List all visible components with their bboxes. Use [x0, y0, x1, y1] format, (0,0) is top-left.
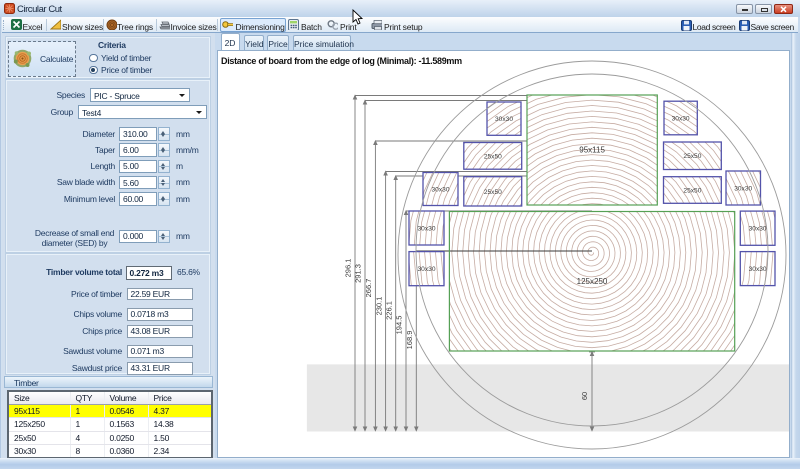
svg-text:194.5: 194.5 [395, 316, 404, 335]
svg-text:168.9: 168.9 [405, 331, 414, 350]
svg-text:30x30: 30x30 [672, 116, 690, 123]
svg-text:30x30: 30x30 [418, 266, 436, 273]
svg-text:296.1: 296.1 [344, 259, 353, 278]
svg-text:95x115: 95x115 [579, 146, 605, 155]
svg-text:25x50: 25x50 [683, 188, 701, 195]
svg-text:30x30: 30x30 [734, 186, 752, 193]
svg-text:25x50: 25x50 [484, 153, 502, 160]
svg-text:25x50: 25x50 [683, 153, 701, 160]
svg-text:30x30: 30x30 [749, 226, 767, 233]
svg-text:25x50: 25x50 [484, 189, 502, 196]
svg-text:60: 60 [580, 392, 589, 400]
svg-text:30x30: 30x30 [749, 266, 767, 273]
svg-text:266.7: 266.7 [364, 279, 373, 298]
svg-text:230.1: 230.1 [374, 297, 383, 316]
svg-text:291.3: 291.3 [354, 264, 363, 283]
svg-text:125x250: 125x250 [577, 277, 608, 286]
svg-text:30x30: 30x30 [495, 116, 513, 123]
svg-text:226.1: 226.1 [384, 301, 393, 320]
svg-text:30x30: 30x30 [432, 187, 450, 194]
svg-text:30x30: 30x30 [418, 226, 436, 233]
